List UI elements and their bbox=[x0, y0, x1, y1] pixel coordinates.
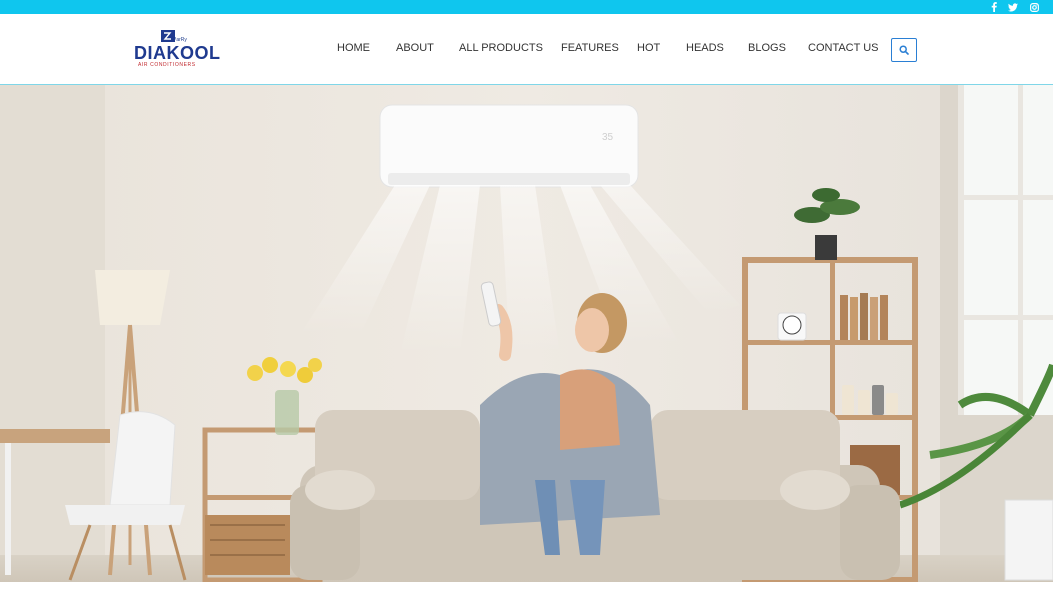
brand-logo[interactable]: ParRy DIAKOOL AIR CONDITIONERS bbox=[133, 30, 220, 70]
nav-blogs[interactable]: BLOGS bbox=[748, 42, 786, 54]
nav-features[interactable]: FEATURES bbox=[561, 42, 619, 54]
nav-hot[interactable]: HOT bbox=[637, 42, 660, 54]
nav-contact-us[interactable]: CONTACT US bbox=[808, 42, 879, 54]
search-icon bbox=[899, 45, 909, 55]
facebook-icon[interactable] bbox=[987, 0, 1001, 14]
search-button[interactable] bbox=[891, 38, 917, 62]
top-bar bbox=[0, 0, 1053, 14]
hero-banner: 35 bbox=[0, 85, 1053, 582]
nav-about[interactable]: ABOUT bbox=[396, 42, 434, 54]
nav-heads[interactable]: HEADS bbox=[686, 42, 724, 54]
brand-tagline: AIR CONDITIONERS bbox=[138, 62, 196, 68]
hero-image: 35 bbox=[0, 85, 1053, 582]
instagram-icon[interactable] bbox=[1027, 0, 1041, 14]
nav-all-products[interactable]: ALL PRODUCTS bbox=[459, 42, 543, 54]
brand-name: DIAKOOL bbox=[134, 43, 221, 63]
twitter-icon[interactable] bbox=[1006, 0, 1020, 14]
site-header: ParRy DIAKOOL AIR CONDITIONERS HOME ABOU… bbox=[0, 14, 1053, 85]
svg-text:35: 35 bbox=[602, 132, 614, 143]
nav-home[interactable]: HOME bbox=[337, 42, 370, 54]
